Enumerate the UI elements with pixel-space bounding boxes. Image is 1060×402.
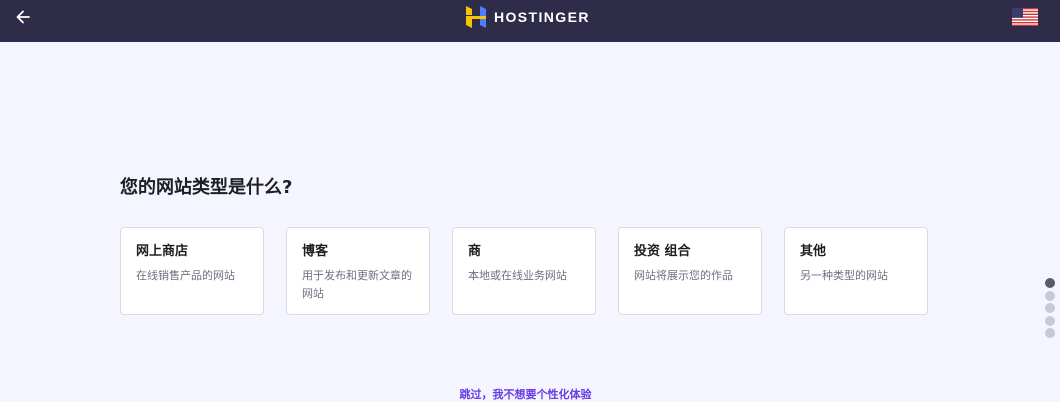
option-description: 本地或在线业务网站 [468, 269, 567, 282]
step-dot[interactable] [1045, 303, 1055, 313]
back-button[interactable] [8, 4, 38, 30]
step-dot[interactable] [1045, 328, 1055, 338]
option-title: 其他 [800, 244, 827, 259]
option-description: 网站将展示您的作品 [634, 269, 733, 282]
option-title: 商 [468, 244, 482, 259]
option-title: 网上商店 [136, 244, 189, 259]
option-blog-card[interactable]: 博客 用于发布和更新文章的网站 [286, 227, 430, 315]
option-title: 投资 组合 [634, 244, 691, 259]
option-title: 博客 [302, 244, 329, 259]
step-dot[interactable] [1045, 290, 1055, 301]
arrow-left-icon [16, 10, 30, 24]
option-description: 用于发布和更新文章的网站 [302, 269, 412, 300]
option-description: 另一种类型的网站 [800, 269, 888, 282]
step-dot[interactable] [1045, 315, 1055, 326]
option-description: 在线销售产品的网站 [136, 269, 235, 282]
step-dot[interactable] [1045, 278, 1055, 288]
page-title: 您的网站类型是什么? [120, 177, 293, 198]
language-button[interactable] [1012, 8, 1038, 26]
hostinger-logo-icon [466, 6, 486, 28]
brand-name: HOSTINGER [494, 9, 590, 25]
option-online-store-card[interactable]: 网上商店 在线销售产品的网站 [120, 227, 264, 315]
option-business-card[interactable]: 商 本地或在线业务网站 [452, 227, 596, 315]
top-bar: HOSTINGER [0, 0, 1060, 42]
step-indicator [1045, 278, 1055, 338]
us-flag-icon [1012, 8, 1038, 26]
option-other-card[interactable]: 其他 另一种类型的网站 [784, 227, 928, 315]
hostinger-logo: HOSTINGER [466, 6, 590, 28]
option-portfolio-card[interactable]: 投资 组合 网站将展示您的作品 [618, 227, 762, 315]
